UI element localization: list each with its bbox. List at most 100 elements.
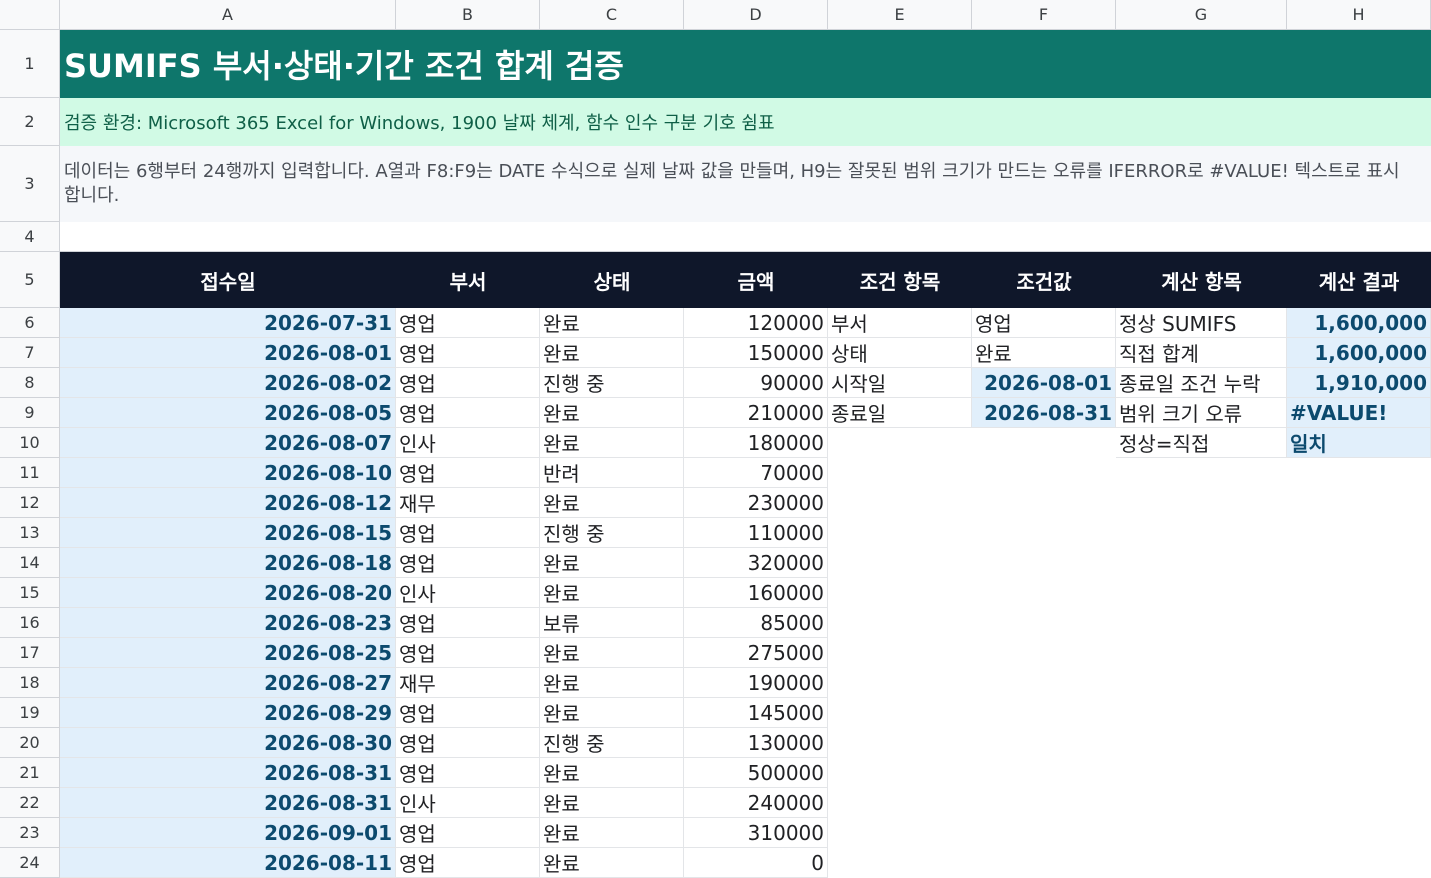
date-cell[interactable]: 2026-08-01 [60, 338, 396, 368]
amount-cell[interactable]: 190000 [684, 668, 828, 698]
department-cell[interactable]: 영업 [396, 308, 540, 338]
status-cell[interactable]: 반려 [540, 458, 684, 488]
date-cell[interactable]: 2026-09-01 [60, 818, 396, 848]
department-cell[interactable]: 재무 [396, 668, 540, 698]
department-cell[interactable]: 영업 [396, 608, 540, 638]
header-calc-result[interactable]: 계산 결과 [1287, 252, 1431, 308]
department-cell[interactable]: 인사 [396, 428, 540, 458]
header-received-date[interactable]: 접수일 [60, 252, 396, 308]
calc-label-cell[interactable]: 범위 크기 오류 [1116, 398, 1287, 428]
row-header-1[interactable]: 1 [0, 30, 60, 98]
row-header-21[interactable]: 21 [0, 758, 60, 788]
amount-cell[interactable]: 110000 [684, 518, 828, 548]
status-cell[interactable]: 보류 [540, 608, 684, 638]
criteria-label-cell[interactable]: 시작일 [828, 368, 972, 398]
status-cell[interactable]: 완료 [540, 338, 684, 368]
description-note[interactable]: 데이터는 6행부터 24행까지 입력합니다. A열과 F8:F9는 DATE 수… [60, 146, 1431, 222]
department-cell[interactable]: 영업 [396, 818, 540, 848]
criteria-label-cell[interactable]: 부서 [828, 308, 972, 338]
department-cell[interactable]: 영업 [396, 758, 540, 788]
row-header-3[interactable]: 3 [0, 146, 60, 222]
date-cell[interactable]: 2026-08-23 [60, 608, 396, 638]
department-cell[interactable]: 영업 [396, 338, 540, 368]
date-cell[interactable]: 2026-08-25 [60, 638, 396, 668]
column-header-d[interactable]: D [684, 0, 828, 30]
date-cell[interactable]: 2026-08-31 [60, 758, 396, 788]
department-cell[interactable]: 영업 [396, 848, 540, 878]
status-cell[interactable]: 완료 [540, 848, 684, 878]
row-header-4[interactable]: 4 [0, 222, 60, 252]
date-cell[interactable]: 2026-08-12 [60, 488, 396, 518]
date-cell[interactable]: 2026-08-27 [60, 668, 396, 698]
header-criteria-value[interactable]: 조건값 [972, 252, 1116, 308]
amount-cell[interactable]: 85000 [684, 608, 828, 638]
criteria-label-cell[interactable]: 상태 [828, 338, 972, 368]
amount-cell[interactable]: 0 [684, 848, 828, 878]
department-cell[interactable]: 영업 [396, 728, 540, 758]
criteria-value-cell[interactable]: 영업 [972, 308, 1116, 338]
date-cell[interactable]: 2026-08-15 [60, 518, 396, 548]
status-cell[interactable]: 완료 [540, 698, 684, 728]
status-cell[interactable]: 완료 [540, 668, 684, 698]
row-header-10[interactable]: 10 [0, 428, 60, 458]
amount-cell[interactable]: 320000 [684, 548, 828, 578]
department-cell[interactable]: 인사 [396, 578, 540, 608]
department-cell[interactable]: 재무 [396, 488, 540, 518]
amount-cell[interactable]: 120000 [684, 308, 828, 338]
department-cell[interactable]: 영업 [396, 398, 540, 428]
criteria-date-cell[interactable]: 2026-08-31 [972, 398, 1116, 428]
header-criteria-item[interactable]: 조건 항목 [828, 252, 972, 308]
row-header-18[interactable]: 18 [0, 668, 60, 698]
status-cell[interactable]: 완료 [540, 638, 684, 668]
status-cell[interactable]: 완료 [540, 758, 684, 788]
header-amount[interactable]: 금액 [684, 252, 828, 308]
environment-note[interactable]: 검증 환경: Microsoft 365 Excel for Windows, … [60, 98, 1431, 146]
date-cell[interactable]: 2026-08-18 [60, 548, 396, 578]
amount-cell[interactable]: 90000 [684, 368, 828, 398]
header-calc-item[interactable]: 계산 항목 [1116, 252, 1287, 308]
row-header-9[interactable]: 9 [0, 398, 60, 428]
status-cell[interactable]: 완료 [540, 308, 684, 338]
status-cell[interactable]: 완료 [540, 428, 684, 458]
column-header-e[interactable]: E [828, 0, 972, 30]
status-cell[interactable]: 완료 [540, 578, 684, 608]
row-header-15[interactable]: 15 [0, 578, 60, 608]
amount-cell[interactable]: 240000 [684, 788, 828, 818]
column-header-h[interactable]: H [1287, 0, 1431, 30]
row-header-7[interactable]: 7 [0, 338, 60, 368]
amount-cell[interactable]: 275000 [684, 638, 828, 668]
row-header-14[interactable]: 14 [0, 548, 60, 578]
amount-cell[interactable]: 500000 [684, 758, 828, 788]
date-cell[interactable]: 2026-08-30 [60, 728, 396, 758]
calc-result-cell[interactable]: 1,600,000 [1287, 308, 1431, 338]
date-cell[interactable]: 2026-08-20 [60, 578, 396, 608]
row-header-19[interactable]: 19 [0, 698, 60, 728]
date-cell[interactable]: 2026-08-05 [60, 398, 396, 428]
blank-row[interactable] [60, 222, 1431, 252]
calc-result-cell[interactable]: 1,910,000 [1287, 368, 1431, 398]
date-cell[interactable]: 2026-08-11 [60, 848, 396, 878]
row-header-6[interactable]: 6 [0, 308, 60, 338]
amount-cell[interactable]: 160000 [684, 578, 828, 608]
column-header-g[interactable]: G [1116, 0, 1287, 30]
row-header-20[interactable]: 20 [0, 728, 60, 758]
amount-cell[interactable]: 70000 [684, 458, 828, 488]
date-cell[interactable]: 2026-08-29 [60, 698, 396, 728]
department-cell[interactable]: 영업 [396, 518, 540, 548]
date-cell[interactable]: 2026-08-07 [60, 428, 396, 458]
row-header-23[interactable]: 23 [0, 818, 60, 848]
select-all-corner[interactable] [0, 0, 60, 30]
criteria-date-cell[interactable]: 2026-08-01 [972, 368, 1116, 398]
row-header-11[interactable]: 11 [0, 458, 60, 488]
date-cell[interactable]: 2026-08-10 [60, 458, 396, 488]
status-cell[interactable]: 완료 [540, 818, 684, 848]
row-header-16[interactable]: 16 [0, 608, 60, 638]
status-cell[interactable]: 완료 [540, 488, 684, 518]
department-cell[interactable]: 영업 [396, 548, 540, 578]
date-cell[interactable]: 2026-07-31 [60, 308, 396, 338]
amount-cell[interactable]: 145000 [684, 698, 828, 728]
calc-label-cell[interactable]: 종료일 조건 누락 [1116, 368, 1287, 398]
amount-cell[interactable]: 130000 [684, 728, 828, 758]
status-cell[interactable]: 진행 중 [540, 518, 684, 548]
column-header-a[interactable]: A [60, 0, 396, 30]
